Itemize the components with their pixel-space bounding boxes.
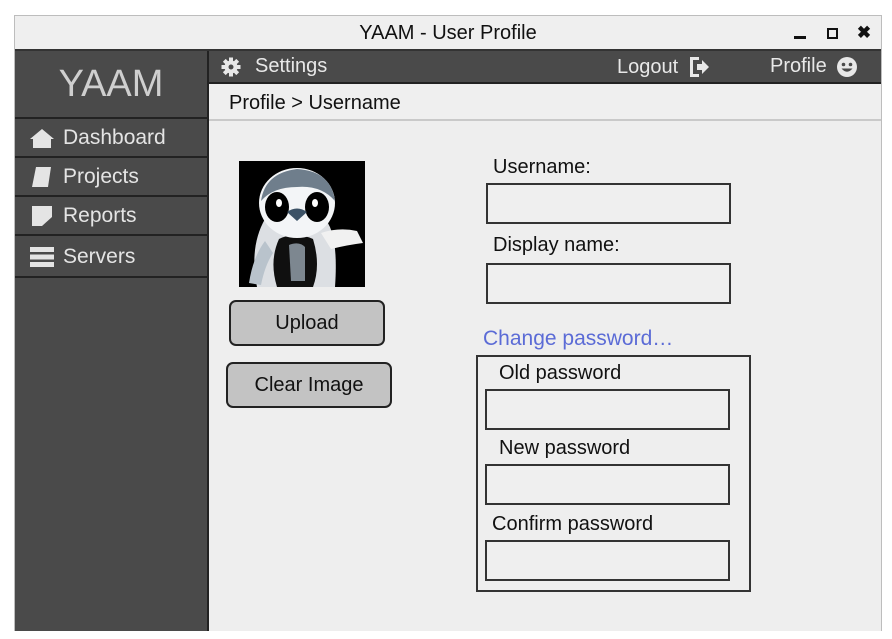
confirm-password-label: Confirm password xyxy=(492,513,654,535)
sidebar-item-label: Reports xyxy=(63,203,137,227)
avatar xyxy=(239,161,365,287)
breadcrumb: Profile > Username xyxy=(229,92,401,114)
server-icon xyxy=(30,247,54,267)
sidebar-item-reports[interactable]: Reports xyxy=(15,197,207,236)
app-window: YAAM - User Profile ✖ YAAM Dashboard Pro… xyxy=(14,15,882,631)
sidebar-item-projects[interactable]: Projects xyxy=(15,158,207,197)
profile-button[interactable]: Profile xyxy=(770,55,858,78)
display-name-input[interactable] xyxy=(486,263,731,304)
close-button[interactable]: ✖ xyxy=(855,24,873,42)
upload-button[interactable]: Upload xyxy=(229,300,385,346)
display-name-label: Display name: xyxy=(493,234,620,256)
minimize-button[interactable] xyxy=(791,24,809,42)
sidebar-item-dashboard[interactable]: Dashboard xyxy=(15,119,207,158)
minimize-icon xyxy=(794,35,806,39)
sidebar: YAAM Dashboard Projects Reports Servers xyxy=(15,51,209,631)
username-label: Username: xyxy=(493,156,591,178)
profile-label: Profile xyxy=(770,55,827,77)
top-nav-bar: Settings Logout Profile xyxy=(209,51,881,84)
title-bar: YAAM - User Profile ✖ xyxy=(15,16,881,51)
logout-label: Logout xyxy=(617,55,679,78)
maximize-icon xyxy=(826,27,838,39)
sidebar-item-label: Servers xyxy=(63,245,136,268)
new-password-input[interactable] xyxy=(485,464,730,505)
app-logo: YAAM xyxy=(15,51,207,119)
username-input[interactable] xyxy=(486,183,731,224)
penguin-avatar-image xyxy=(239,161,365,287)
maximize-button[interactable] xyxy=(823,24,841,42)
old-password-label: Old password xyxy=(499,362,622,384)
report-icon xyxy=(32,205,52,226)
window-title: YAAM - User Profile xyxy=(359,22,537,44)
sidebar-item-servers[interactable]: Servers xyxy=(15,238,207,278)
sidebar-item-label: Projects xyxy=(63,164,139,188)
clear-image-button[interactable]: Clear Image xyxy=(226,362,392,408)
folder-icon xyxy=(32,166,51,187)
logout-icon xyxy=(690,57,710,77)
breadcrumb-bar: Profile > Username xyxy=(209,84,881,121)
change-password-link[interactable]: Change password… xyxy=(483,327,673,351)
settings-button[interactable]: Settings xyxy=(221,55,327,78)
sidebar-item-label: Dashboard xyxy=(63,125,166,149)
confirm-password-input[interactable] xyxy=(485,540,730,581)
settings-label: Settings xyxy=(255,55,328,77)
new-password-label: New password xyxy=(499,437,631,459)
close-icon: ✖ xyxy=(856,23,872,42)
home-icon xyxy=(30,128,54,148)
logout-button[interactable]: Logout xyxy=(617,55,710,79)
smiley-icon xyxy=(836,56,857,77)
gear-icon xyxy=(221,57,241,76)
old-password-input[interactable] xyxy=(485,389,730,430)
